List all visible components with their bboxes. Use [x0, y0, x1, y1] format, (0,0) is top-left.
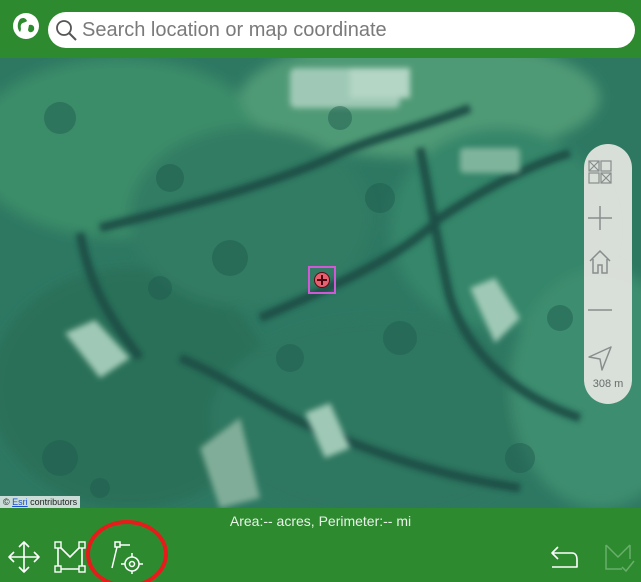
locate-me-icon[interactable] [584, 342, 616, 374]
zoom-out-icon[interactable] [584, 294, 616, 326]
search-box[interactable] [48, 12, 635, 48]
home-icon[interactable] [584, 246, 616, 278]
attribution-text: contributors [27, 497, 78, 507]
top-bar [0, 0, 641, 58]
esri-link[interactable]: Esri [12, 497, 28, 507]
satellite-map[interactable]: 308 m © Esri contributors [0, 58, 641, 508]
draw-polygon-icon[interactable] [52, 539, 88, 575]
scale-label: 308 m [592, 378, 624, 390]
zoom-in-icon[interactable] [584, 202, 616, 234]
bottom-toolbar [0, 532, 641, 582]
crosshair-icon [314, 272, 330, 288]
globe-icon[interactable] [12, 12, 40, 40]
map-attribution: © Esri contributors [0, 496, 81, 508]
map-app: 308 m © Esri contributors Area:-- acres,… [0, 0, 641, 582]
measurement-summary: Area:-- acres, Perimeter:-- mi [0, 508, 641, 533]
move-icon[interactable] [6, 539, 42, 575]
search-input[interactable] [82, 12, 622, 48]
add-point-icon[interactable] [108, 539, 144, 575]
location-marker[interactable] [308, 266, 336, 294]
basemap-icon[interactable] [584, 156, 616, 188]
finish-polygon-icon[interactable] [600, 539, 636, 575]
undo-icon[interactable] [546, 539, 582, 575]
map-controls: 308 m [584, 144, 632, 404]
search-icon [56, 20, 77, 41]
